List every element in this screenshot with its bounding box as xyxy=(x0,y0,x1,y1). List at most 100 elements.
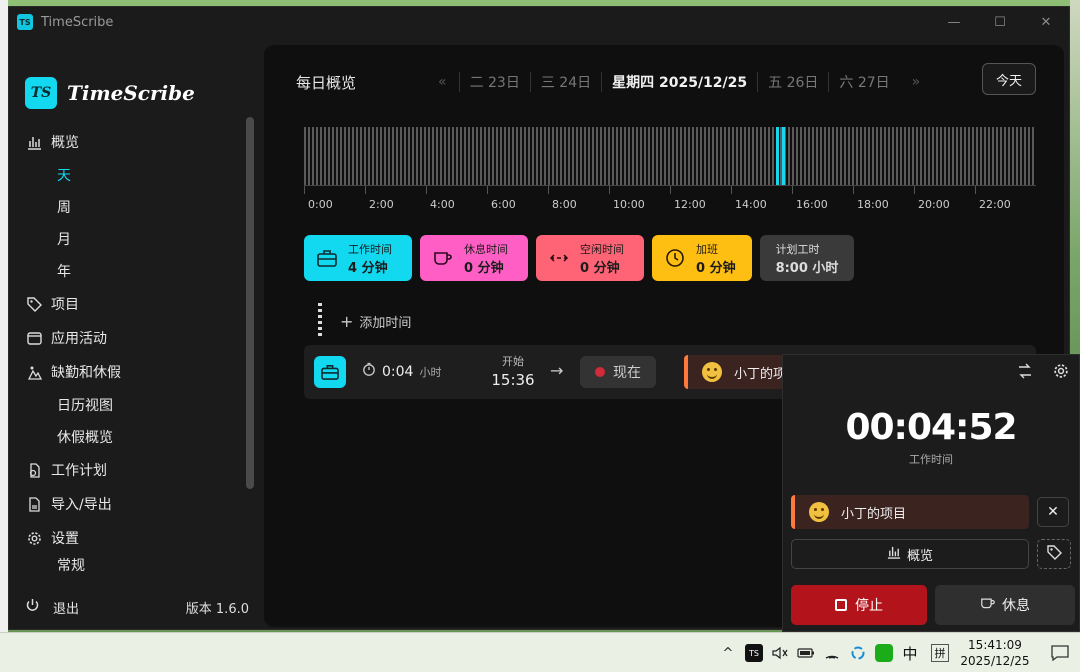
sidebar-item-year[interactable]: 年 xyxy=(25,255,245,287)
arrow-right-icon: → xyxy=(550,361,564,380)
wechat-icon[interactable] xyxy=(872,641,896,665)
sidebar-scrollbar[interactable] xyxy=(246,117,254,489)
add-time-row[interactable]: + 添加时间 xyxy=(318,303,411,339)
wifi-icon[interactable] xyxy=(820,641,844,665)
timer-widget: 00:04:52 工作时间 小丁的项目 ✕ 概览 停止 休息 xyxy=(782,354,1080,632)
start-time: 15:36 xyxy=(491,371,535,389)
sidebar-item-projects[interactable]: 项目 xyxy=(25,287,245,321)
day-tab-sat[interactable]: 六 27日 xyxy=(828,72,899,92)
stats-row: 工作时间 4 分钟 休息时间 0 分钟 空闲时间 0 分钟 加班 0 分钟 计划… xyxy=(304,235,854,281)
battery-icon[interactable] xyxy=(794,641,818,665)
stat-value: 8:00 小时 xyxy=(775,260,839,276)
sidebar-item-absence[interactable]: 缺勤和休假 xyxy=(25,355,245,389)
sidebar-item-vacation-overview[interactable]: 休假概览 xyxy=(25,421,245,453)
sidebar-item-label: 缺勤和休假 xyxy=(51,365,121,381)
sidebar-item-settings[interactable]: 设置 xyxy=(25,521,245,555)
widget-project[interactable]: 小丁的项目 xyxy=(791,495,1029,529)
maximize-button[interactable]: ☐ xyxy=(977,7,1023,37)
sidebar-item-week[interactable]: 周 xyxy=(25,191,245,223)
axis-tick xyxy=(792,186,793,194)
sidebar-item-month[interactable]: 月 xyxy=(25,223,245,255)
day-tab-current[interactable]: 星期四 2025/12/25 xyxy=(601,72,757,92)
today-button[interactable]: 今天 xyxy=(982,63,1036,95)
minimize-button[interactable]: — xyxy=(931,7,977,37)
idle-icon xyxy=(546,245,572,271)
tag-button[interactable] xyxy=(1037,539,1071,569)
stat-value: 0 分钟 xyxy=(580,260,620,276)
axis-label: 8:00 xyxy=(552,198,577,211)
prev-week-button[interactable]: « xyxy=(438,74,447,90)
title-bar[interactable]: TS TimeScribe — ☐ ✕ xyxy=(9,7,1069,37)
ime-mode[interactable]: 拼 xyxy=(931,644,949,662)
sidebar-item-label: 应用活动 xyxy=(51,331,107,347)
start-label: 开始 xyxy=(502,355,524,368)
record-dot-icon xyxy=(595,367,605,377)
stat-planned-hours[interactable]: 计划工时 8:00 小时 xyxy=(760,235,854,281)
day-tab-tue[interactable]: 二 23日 xyxy=(458,72,530,92)
add-time-label: 添加时间 xyxy=(359,315,412,331)
axis-tick xyxy=(731,186,732,194)
quit-label[interactable]: 退出 xyxy=(53,598,79,617)
taskbar-clock[interactable]: 15:41:09 2025/12/25 xyxy=(950,637,1040,669)
sync-icon[interactable] xyxy=(846,641,870,665)
chevron-up-icon[interactable]: ^ xyxy=(716,641,740,665)
entry-start[interactable]: 开始 15:36 xyxy=(490,353,536,389)
axis-tick xyxy=(914,186,915,194)
swap-icon[interactable] xyxy=(1017,363,1033,383)
stop-button[interactable]: 停止 xyxy=(791,585,927,625)
sidebar-item-overview[interactable]: 概览 xyxy=(25,125,245,159)
day-tab-fri[interactable]: 五 26日 xyxy=(757,72,828,92)
timer-display: 00:04:52 xyxy=(845,407,1017,448)
break-button[interactable]: 休息 xyxy=(935,585,1075,625)
sidebar-item-label: 项目 xyxy=(51,297,79,313)
axis-label: 20:00 xyxy=(918,198,950,211)
tag-icon xyxy=(25,295,43,313)
duration-unit: 小时 xyxy=(419,366,442,379)
axis-label: 16:00 xyxy=(796,198,828,211)
timeline-active-segment xyxy=(782,127,785,185)
day-tab-wed[interactable]: 三 24日 xyxy=(529,72,601,92)
now-button[interactable]: 现在 xyxy=(580,356,656,388)
window-title: TimeScribe xyxy=(41,14,114,30)
system-tray: ^ TS 中 拼 15:41:09 2025/12/25 xyxy=(715,633,1080,672)
axis-label: 18:00 xyxy=(857,198,889,211)
close-button[interactable]: ✕ xyxy=(1023,7,1069,37)
axis-label: 22:00 xyxy=(979,198,1011,211)
sidebar-item-general[interactable]: 常规 xyxy=(25,555,245,575)
stat-idle-time[interactable]: 空闲时间 0 分钟 xyxy=(536,235,644,281)
stat-break-time[interactable]: 休息时间 0 分钟 xyxy=(420,235,528,281)
smiley-icon xyxy=(702,362,722,382)
timeline-axis: 0:00 2:00 4:00 6:00 8:00 10:00 12:00 14:00 16:00… xyxy=(304,185,1036,211)
chart-icon xyxy=(25,133,43,151)
power-icon[interactable] xyxy=(25,598,43,617)
logo: TS TimeScribe xyxy=(25,77,195,109)
sidebar-item-work-plan[interactable]: 工作计划 xyxy=(25,453,245,487)
logo-badge: TS xyxy=(25,77,57,109)
tray-timescribe[interactable]: TS xyxy=(742,641,766,665)
timeline-active-segment xyxy=(776,127,779,185)
sidebar-item-import-export[interactable]: 导入/导出 xyxy=(25,487,245,521)
stat-label: 工作时间 xyxy=(348,242,392,256)
tag-icon xyxy=(1046,544,1062,564)
notification-icon[interactable] xyxy=(1040,633,1080,672)
axis-tick xyxy=(670,186,671,194)
gear-icon[interactable] xyxy=(1053,363,1069,383)
ime-language[interactable]: 中 xyxy=(898,641,922,665)
remove-project-button[interactable]: ✕ xyxy=(1037,497,1069,527)
day-timeline[interactable] xyxy=(304,127,1036,185)
sidebar-item-calendar-view[interactable]: 日历视图 xyxy=(25,389,245,421)
stat-overtime[interactable]: 加班 0 分钟 xyxy=(652,235,752,281)
volume-muted-icon[interactable] xyxy=(768,641,792,665)
project-name: 小丁的项目 xyxy=(841,506,907,522)
axis-tick xyxy=(609,186,610,194)
stat-work-time[interactable]: 工作时间 4 分钟 xyxy=(304,235,412,281)
sidebar-item-day[interactable]: 天 xyxy=(25,159,245,191)
logo-text: TimeScribe xyxy=(67,81,195,105)
sidebar-item-app-activity[interactable]: 应用活动 xyxy=(25,321,245,355)
sidebar: TS TimeScribe 概览 天 周 月 年 项目 应用活动 缺勤和休假 日… xyxy=(9,37,263,631)
sidebar-nav: 概览 天 周 月 年 项目 应用活动 缺勤和休假 日历视图 休假概览 工作计划 … xyxy=(25,125,245,575)
next-week-button[interactable]: » xyxy=(912,74,921,90)
overview-button[interactable]: 概览 xyxy=(791,539,1029,569)
axis-label: 14:00 xyxy=(735,198,767,211)
briefcase-icon xyxy=(314,356,346,388)
